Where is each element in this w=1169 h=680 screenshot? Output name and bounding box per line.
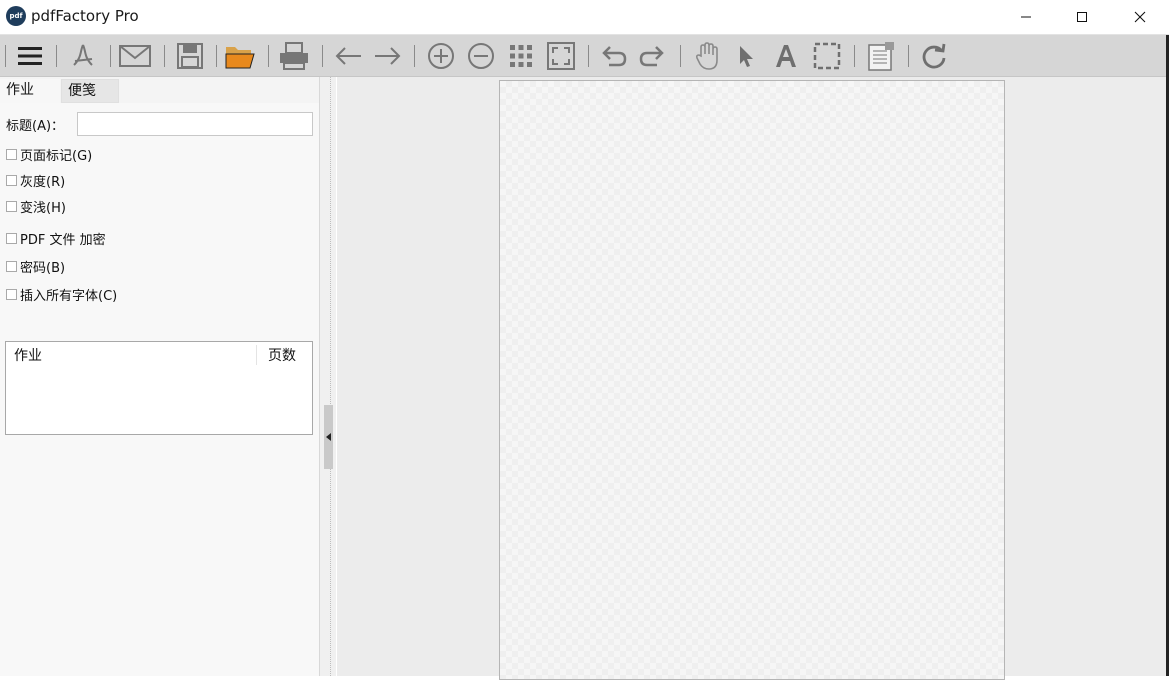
page-info-icon xyxy=(868,42,894,71)
toolbar-separator xyxy=(908,45,909,67)
print-icon xyxy=(280,42,308,70)
column-header-job[interactable]: 作业 xyxy=(14,345,42,365)
refresh-icon xyxy=(922,43,946,69)
hand-tool-button[interactable] xyxy=(691,40,723,72)
jobs-table[interactable]: 作业 页数 xyxy=(5,341,313,435)
open-button[interactable] xyxy=(224,40,256,72)
maximize-button[interactable] xyxy=(1053,0,1111,34)
tab-notes[interactable]: 便笺 xyxy=(61,79,119,103)
open-folder-icon xyxy=(225,47,255,69)
checkbox-label: 插入所有字体(C) xyxy=(20,288,118,304)
toolbar-separator xyxy=(268,45,269,67)
acrobat-button[interactable] xyxy=(67,40,99,72)
redo-icon xyxy=(639,46,664,67)
zoom-in-button[interactable] xyxy=(425,40,457,72)
logo-text: pdf xyxy=(9,12,23,20)
title-input[interactable] xyxy=(77,112,313,136)
title-bar: pdf pdfFactory Pro xyxy=(0,0,1169,35)
email-button[interactable] xyxy=(119,40,151,72)
checkbox-label: PDF 文件 加密 xyxy=(20,232,106,248)
left-panel: 作业 便笺 标题(A)： 页面标记(G) 灰度(R) 变浅(H) PDF 文件 … xyxy=(0,77,320,676)
checkbox-box[interactable] xyxy=(6,288,17,300)
column-divider[interactable] xyxy=(256,345,257,365)
window-title: pdfFactory Pro xyxy=(31,7,139,25)
toolbar-separator xyxy=(216,45,217,67)
menu-icon xyxy=(18,47,42,65)
fit-page-button[interactable] xyxy=(545,40,577,72)
checkbox-label: 页面标记(G) xyxy=(20,148,93,164)
checkbox-label: 灰度(R) xyxy=(20,174,66,190)
app-logo-icon: pdf xyxy=(6,6,26,26)
save-icon xyxy=(177,43,203,69)
checkbox-box[interactable] xyxy=(6,232,17,244)
back-button[interactable] xyxy=(332,40,364,72)
redo-button[interactable] xyxy=(636,40,668,72)
checkbox-label: 变浅(H) xyxy=(20,200,66,216)
print-button[interactable] xyxy=(278,40,310,72)
checkbox-embed-fonts[interactable]: 插入所有字体(C) xyxy=(6,285,118,304)
jobs-panel: 标题(A)： 页面标记(G) 灰度(R) 变浅(H) PDF 文件 加密 密码(… xyxy=(0,103,319,676)
checkbox-pdf-encrypt[interactable]: PDF 文件 加密 xyxy=(6,229,106,248)
refresh-button[interactable] xyxy=(918,40,950,72)
tab-jobs[interactable]: 作业 xyxy=(0,79,60,103)
checkbox-box[interactable] xyxy=(6,174,17,186)
page-preview[interactable] xyxy=(499,80,1005,680)
pointer-icon xyxy=(740,46,753,67)
hand-tool-icon xyxy=(695,42,718,70)
panel-splitter[interactable] xyxy=(320,77,336,676)
collapse-panel-handle[interactable] xyxy=(324,405,333,469)
toolbar-separator xyxy=(322,45,323,67)
toolbar xyxy=(0,35,1169,77)
column-header-pages[interactable]: 页数 xyxy=(268,345,296,365)
toolbar-separator xyxy=(414,45,415,67)
select-rect-button[interactable] xyxy=(811,40,843,72)
splitter-line xyxy=(330,77,331,676)
menu-button[interactable] xyxy=(14,40,46,72)
zoom-out-icon xyxy=(468,43,494,69)
thumbnails-button[interactable] xyxy=(505,40,537,72)
tab-bar: 作业 便笺 xyxy=(0,77,320,103)
page-info-button[interactable] xyxy=(865,40,897,72)
minimize-icon xyxy=(1021,16,1031,18)
checkbox-box[interactable] xyxy=(6,148,17,160)
toolbar-separator xyxy=(164,45,165,67)
checkbox-lighten[interactable]: 变浅(H) xyxy=(6,197,66,216)
acrobat-icon xyxy=(73,44,93,66)
close-icon xyxy=(1134,11,1146,23)
text-tool-icon xyxy=(776,45,796,67)
checkbox-label: 密码(B) xyxy=(20,260,66,276)
preview-area[interactable] xyxy=(337,77,1169,680)
toolbar-separator xyxy=(56,45,57,67)
mail-icon xyxy=(119,45,151,67)
undo-button[interactable] xyxy=(598,40,630,72)
close-button[interactable] xyxy=(1111,0,1169,34)
save-button[interactable] xyxy=(174,40,206,72)
text-tool-button[interactable] xyxy=(770,40,802,72)
fit-page-icon xyxy=(547,42,575,70)
toolbar-separator xyxy=(5,45,6,67)
checkbox-box[interactable] xyxy=(6,260,17,272)
undo-icon xyxy=(602,46,627,67)
back-arrow-icon xyxy=(335,47,361,65)
pointer-button[interactable] xyxy=(730,40,762,72)
select-rect-icon xyxy=(813,42,841,70)
toolbar-separator xyxy=(588,45,589,67)
toolbar-separator xyxy=(854,45,855,67)
checkbox-password[interactable]: 密码(B) xyxy=(6,257,66,276)
maximize-icon xyxy=(1077,12,1087,22)
forward-button[interactable] xyxy=(372,40,404,72)
checkbox-box[interactable] xyxy=(6,200,17,212)
minimize-button[interactable] xyxy=(997,0,1055,34)
zoom-out-button[interactable] xyxy=(465,40,497,72)
title-label: 标题(A)： xyxy=(6,119,65,134)
zoom-in-icon xyxy=(428,43,454,69)
thumbnails-icon xyxy=(510,45,532,67)
collapse-arrow-icon xyxy=(325,433,331,441)
checkbox-grayscale[interactable]: 灰度(R) xyxy=(6,171,66,190)
toolbar-separator xyxy=(680,45,681,67)
toolbar-separator xyxy=(110,45,111,67)
checkbox-page-marks[interactable]: 页面标记(G) xyxy=(6,145,93,164)
forward-arrow-icon xyxy=(375,47,401,65)
